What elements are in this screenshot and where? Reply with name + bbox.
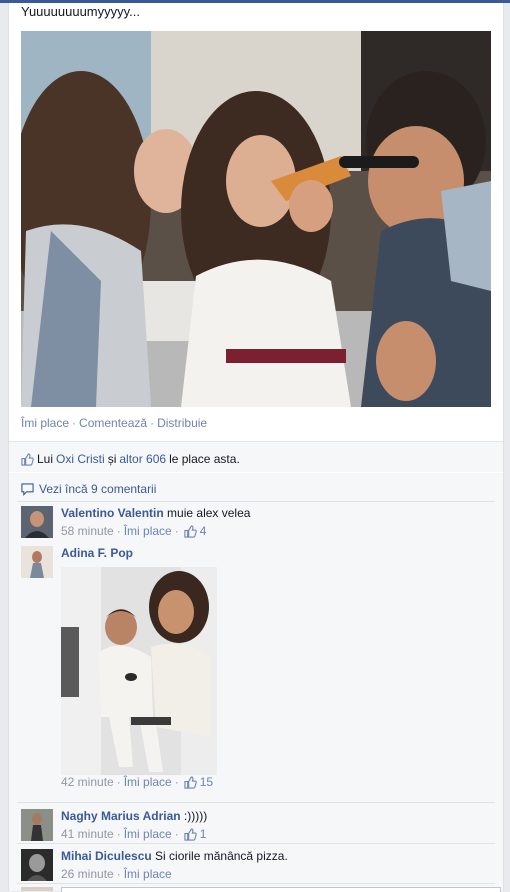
dot: · (116, 775, 121, 789)
dot: · (116, 827, 121, 841)
comment-like-link[interactable]: Îmi place (124, 867, 172, 881)
like-count-value: 15 (199, 775, 214, 789)
avatar[interactable] (21, 506, 53, 538)
like-link[interactable]: Îmi place (21, 416, 69, 430)
likes-and: și (107, 452, 117, 467)
comment-like-count[interactable]: 4 (184, 524, 207, 538)
comment-time[interactable]: 26 minute (61, 867, 114, 881)
comment-link[interactable]: Comentează (79, 416, 147, 430)
post-photo-image (21, 31, 491, 407)
comment-author[interactable]: Adina F. Pop (61, 546, 133, 560)
comment-photo[interactable] (61, 567, 217, 775)
likes-summary: Lui Oxi Cristi și altor 606 le place ast… (9, 441, 503, 472)
like-count-value: 1 (199, 827, 207, 841)
dot: · (174, 775, 179, 789)
post-photo[interactable] (21, 31, 491, 407)
comment-author[interactable]: Naghy Marius Adrian (61, 809, 181, 823)
separator: · (150, 416, 155, 430)
divider (17, 883, 495, 884)
dot: · (174, 827, 179, 841)
comment-time[interactable]: 42 minute (61, 775, 114, 789)
view-more-label: Vezi încă 9 comentarii (39, 482, 157, 497)
liker-link[interactable]: Oxi Cristi (56, 452, 105, 466)
share-link[interactable]: Distribuie (157, 416, 207, 430)
divider (17, 501, 495, 502)
comment-author[interactable]: Mihai Diculescu (61, 849, 152, 863)
dot: · (174, 524, 179, 538)
thumbs-up-icon (184, 524, 197, 538)
avatar (21, 887, 53, 891)
divider (17, 843, 495, 844)
speech-bubble-icon (21, 482, 34, 497)
post-text: Yuuuuuuuumyyyyy... (21, 4, 140, 19)
comment-time[interactable]: 58 minute (61, 524, 114, 538)
comment-text: Si ciorile mănâncă pizza. (155, 849, 288, 863)
like-count-value: 4 (199, 524, 207, 538)
comment-like-link[interactable]: Îmi place (124, 775, 172, 789)
avatar[interactable] (21, 809, 53, 841)
divider (17, 802, 495, 803)
thumbs-up-icon (184, 827, 197, 841)
dot: · (116, 867, 121, 881)
thumbs-up-icon (184, 775, 197, 789)
comment-like-count[interactable]: 15 (184, 775, 213, 789)
likes-suffix: le place asta. (169, 452, 240, 467)
comment-author[interactable]: Valentino Valentin (61, 506, 164, 520)
comment-text: :))))) (183, 809, 208, 823)
others-link[interactable]: altor 606 (119, 452, 166, 466)
avatar[interactable] (21, 546, 53, 578)
thumbs-up-icon (21, 452, 34, 466)
comment-like-link[interactable]: Îmi place (124, 827, 172, 841)
comment-text: muie alex velea (167, 506, 251, 520)
comment-like-link[interactable]: Îmi place (124, 524, 172, 538)
comment-time[interactable]: 41 minute (61, 827, 114, 841)
avatar[interactable] (21, 849, 53, 881)
dot: · (116, 524, 121, 538)
comment-like-count[interactable]: 1 (184, 827, 207, 841)
comments-section: Vezi încă 9 comentarii Valentino Valenti… (9, 473, 503, 891)
separator: · (72, 416, 77, 430)
view-more-comments[interactable]: Vezi încă 9 comentarii (21, 482, 157, 497)
post-card: Yuuuuuuuumyyyyy... Îmi place · Comenteaz… (8, 3, 504, 892)
comment-input[interactable] (61, 887, 501, 892)
likes-prefix: Lui (37, 452, 54, 467)
post-actions: Îmi place · Comentează · Distribuie (21, 416, 207, 430)
